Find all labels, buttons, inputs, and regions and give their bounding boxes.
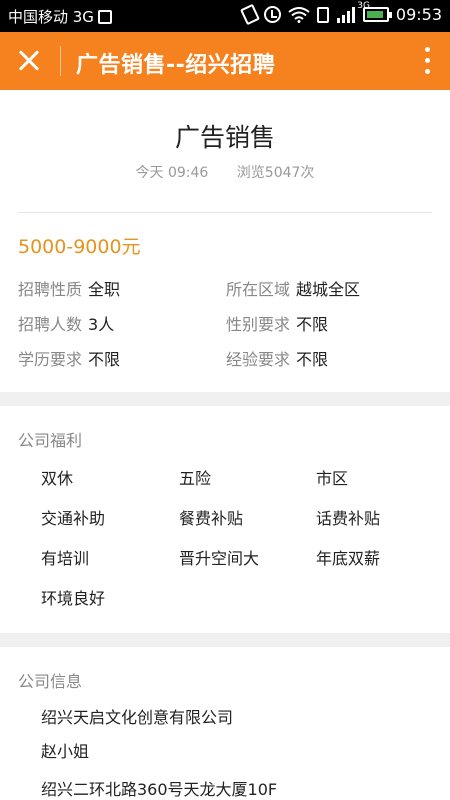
view-count: 浏览5047次	[236, 165, 315, 181]
detail-label: 招聘性质	[18, 280, 83, 299]
alarm-icon	[263, 6, 281, 23]
network-type: 3G	[357, 1, 370, 11]
detail-gender: 性别要求 不限	[226, 311, 328, 335]
detail-label: 招聘人数	[18, 315, 83, 334]
detail-value: 不限	[88, 350, 121, 369]
job-title: 广告销售	[174, 123, 275, 152]
welfare-item: 市区	[316, 469, 349, 488]
detail-label: 性别要求	[226, 315, 291, 334]
detail-experience: 经验要求 不限	[226, 346, 328, 370]
section-separator	[0, 392, 450, 406]
wifi-icon	[288, 6, 310, 23]
detail-value: 3人	[88, 315, 115, 334]
welfare-item: 话费补贴	[316, 509, 381, 528]
detail-label: 所在区域	[226, 280, 291, 299]
detail-value: 全职	[88, 280, 121, 299]
welfare-item: 交通补助	[41, 509, 106, 528]
image-notification-icon	[97, 9, 112, 24]
welfare-item: 餐费补贴	[179, 509, 244, 528]
welfare-item: 双休	[41, 469, 74, 488]
welfare-item: 晋升空间大	[179, 549, 260, 568]
detail-row: 学历要求 不限 经验要求 不限	[18, 346, 438, 381]
welfare-item: 五险	[179, 469, 212, 488]
detail-headcount: 招聘人数 3人	[18, 311, 114, 335]
dot-icon	[425, 47, 430, 52]
signal-icon	[336, 6, 355, 23]
section-separator	[0, 633, 450, 647]
welfare-item: 有培训	[41, 549, 90, 568]
welfare-item: 环境良好	[41, 589, 106, 608]
app-header: 广告销售--绍兴招聘	[0, 32, 450, 90]
company-address: 绍兴二环北路360号天龙大厦10F	[41, 780, 278, 799]
detail-row: 招聘性质 全职 所在区域 越城全区	[18, 276, 438, 311]
company-contact: 赵小姐	[41, 742, 90, 761]
status-left: 中国移动 3G	[8, 6, 112, 27]
dot-icon	[425, 69, 430, 74]
more-options-button[interactable]	[422, 46, 432, 76]
vibrate-icon	[239, 3, 260, 26]
close-button[interactable]	[14, 47, 44, 75]
carrier-label: 中国移动 3G	[8, 8, 94, 26]
company-section-title: 公司信息	[18, 672, 83, 691]
detail-region: 所在区域 越城全区	[226, 276, 360, 300]
welfare-item: 年底双薪	[316, 549, 381, 568]
divider	[18, 212, 432, 213]
sim-icon	[316, 6, 329, 23]
detail-label: 学历要求	[18, 350, 83, 369]
job-meta: 今天 09:46 浏览5047次	[0, 162, 450, 182]
status-bar: 中国移动 3G 09:53 3G	[0, 0, 450, 32]
detail-value: 不限	[296, 315, 329, 334]
header-divider	[60, 46, 61, 76]
detail-value: 不限	[296, 350, 329, 369]
status-right: 09:53	[239, 3, 442, 26]
detail-label: 经验要求	[226, 350, 291, 369]
dot-icon	[425, 58, 430, 63]
clock: 09:53	[395, 5, 442, 24]
detail-employment-type: 招聘性质 全职	[18, 276, 120, 300]
welfare-section-title: 公司福利	[18, 431, 83, 450]
posted-time: 今天 09:46	[135, 165, 209, 181]
job-details: 招聘性质 全职 所在区域 越城全区 招聘人数 3人 性别要求 不限 学历要求 不限 经验要…	[18, 276, 438, 381]
detail-value: 越城全区	[296, 280, 361, 299]
detail-education: 学历要求 不限	[18, 346, 120, 370]
salary: 5000-9000元	[18, 236, 141, 258]
company-name: 绍兴天启文化创意有限公司	[41, 708, 234, 727]
detail-row: 招聘人数 3人 性别要求 不限	[18, 311, 438, 346]
page-title: 广告销售--绍兴招聘	[76, 53, 276, 78]
